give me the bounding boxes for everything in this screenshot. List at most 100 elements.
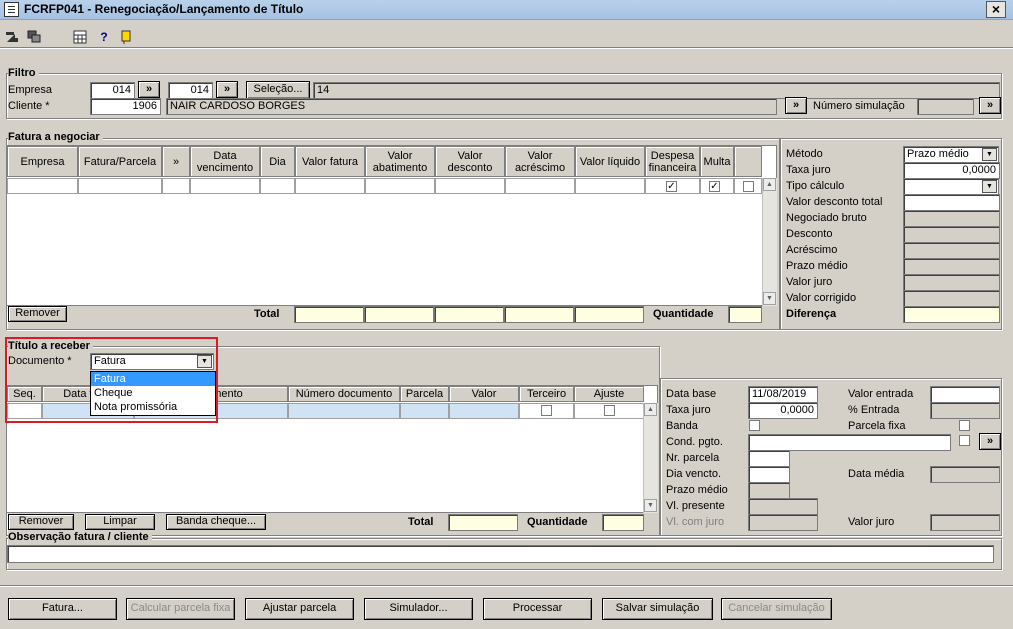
acrescimo-label: Acréscimo (786, 244, 838, 256)
numero-simulacao-lookup-button[interactable]: » (979, 97, 1001, 114)
observacao-input[interactable] (7, 545, 994, 563)
fatura-cell-empresa[interactable] (7, 178, 78, 194)
parcela-fixa-checkbox[interactable] (959, 420, 970, 431)
col-valor[interactable]: Valor (449, 386, 519, 402)
banda-checkbox[interactable] (749, 420, 760, 431)
empresa-from-lookup-button[interactable]: » (138, 81, 160, 98)
help-icon[interactable]: ? (97, 30, 111, 44)
ajustar-parcela-button[interactable]: Ajustar parcela (245, 598, 354, 620)
ajuste-checkbox[interactable] (604, 405, 615, 416)
cond-pgto-checkbox[interactable] (959, 435, 970, 446)
fatura-cell-desconto[interactable] (435, 178, 505, 194)
titulo-cell-valor[interactable] (449, 403, 519, 419)
bookmark-icon[interactable] (119, 30, 133, 44)
tipo-calculo-chevron-down-icon[interactable]: ▼ (982, 180, 997, 193)
despesa-checkbox[interactable]: ✓ (666, 181, 677, 192)
total-valor-acrescimo (504, 306, 574, 323)
data-base-input[interactable]: 11/08/2019 (748, 386, 818, 403)
fatura-label: Fatura a negociar (8, 131, 103, 143)
col-multa[interactable]: Multa (700, 146, 734, 177)
windows-icon[interactable] (27, 30, 41, 44)
salvar-simulacao-button[interactable]: Salvar simulação (602, 598, 713, 620)
close-button[interactable]: × (986, 1, 1006, 18)
fatura-cell-dia[interactable] (260, 178, 295, 194)
data-media-value (930, 466, 1000, 483)
fatura-cell-acrescimo[interactable] (505, 178, 575, 194)
fatura-total-label: Total (254, 308, 280, 320)
col-ajuste[interactable]: Ajuste (574, 386, 644, 402)
col-data-vencimento[interactable]: Data vencimento (190, 146, 260, 177)
banda-cheque-button[interactable]: Banda cheque... (166, 514, 266, 530)
valor-desconto-total-input[interactable] (903, 194, 1000, 211)
fatura-vscrollbar[interactable]: ▲ ▼ (762, 178, 777, 306)
col-terceiro[interactable]: Terceiro (519, 386, 574, 402)
calcular-parcela-fixa-button[interactable]: Calcular parcela fixa (126, 598, 235, 620)
banda-label: Banda (666, 420, 698, 432)
titulo-taxa-juro-input[interactable]: 0,0000 (748, 402, 818, 419)
prazo-medio-label: Prazo médio (786, 260, 848, 272)
scroll-down-icon[interactable]: ▼ (644, 499, 657, 512)
fatura-remover-button[interactable]: Remover (8, 306, 67, 322)
selecao-button[interactable]: Seleção... (246, 81, 310, 99)
titulo-vscrollbar[interactable]: ▲ ▼ (643, 403, 658, 513)
nr-parcela-input[interactable] (748, 450, 790, 467)
titulo-cell-parcela[interactable] (400, 403, 449, 419)
multa-checkbox[interactable]: ✓ (709, 181, 720, 192)
col-numero-documento[interactable]: Número documento (288, 386, 400, 402)
titulo-valor-juro-label: Valor juro (848, 516, 895, 528)
col-fatura-lookup[interactable]: » (162, 146, 190, 177)
processar-button[interactable]: Processar (483, 598, 592, 620)
fatura-cell-liquido[interactable] (575, 178, 645, 194)
exit-icon[interactable] (5, 30, 19, 44)
col-parcela[interactable]: Parcela (400, 386, 449, 402)
dia-vencto-input[interactable] (748, 466, 790, 483)
terceiro-checkbox[interactable] (541, 405, 552, 416)
empresa-to-lookup-button[interactable]: » (216, 81, 238, 98)
diferenca-label: Diferença (786, 308, 837, 320)
fatura-button[interactable]: Fatura... (8, 598, 117, 620)
fatura-cell-valor-fatura[interactable] (295, 178, 365, 194)
scroll-up-icon[interactable]: ▲ (644, 403, 657, 416)
numero-simulacao-input[interactable] (917, 98, 974, 115)
extra-checkbox[interactable] (743, 181, 754, 192)
taxa-juro-input[interactable]: 0,0000 (903, 162, 1000, 179)
window-title: FCRFP041 - Renegociação/Lançamento de Tí… (24, 2, 304, 16)
fatura-cell-parcela[interactable] (78, 178, 162, 194)
titulo-remover-button[interactable]: Remover (8, 514, 74, 530)
col-extra[interactable] (734, 146, 762, 177)
titulo-cell-numero[interactable] (288, 403, 400, 419)
col-valor-fatura[interactable]: Valor fatura (295, 146, 365, 177)
scroll-down-icon[interactable]: ▼ (763, 292, 776, 305)
metodo-chevron-down-icon[interactable]: ▼ (982, 148, 997, 161)
total-valor-abatimento (364, 306, 434, 323)
calculator-icon[interactable] (73, 30, 87, 44)
fatura-cell-lookup[interactable] (162, 178, 190, 194)
fatura-cell-data[interactable] (190, 178, 260, 194)
col-empresa[interactable]: Empresa (7, 146, 78, 177)
scroll-up-icon[interactable]: ▲ (763, 178, 776, 191)
limpar-button[interactable]: Limpar (85, 514, 155, 530)
cond-pgto-input[interactable] (748, 434, 951, 451)
cliente-lookup-button[interactable]: » (785, 97, 807, 114)
cancelar-simulacao-button[interactable]: Cancelar simulação (721, 598, 832, 620)
col-valor-desconto[interactable]: Valor desconto (435, 146, 505, 177)
cliente-code-input[interactable]: 1906 (90, 98, 161, 115)
col-fatura-parcela[interactable]: Fatura/Parcela (78, 146, 162, 177)
simulador-button[interactable]: Simulador... (364, 598, 473, 620)
fatura-cell-abatimento[interactable] (365, 178, 435, 194)
col-valor-abatimento[interactable]: Valor abatimento (365, 146, 435, 177)
valor-entrada-input[interactable] (930, 386, 1000, 403)
col-dia[interactable]: Dia (260, 146, 295, 177)
col-despesa-financeira[interactable]: Despesa financeira (645, 146, 700, 177)
nr-parcela-label: Nr. parcela (666, 452, 720, 464)
filtro-label: Filtro (8, 67, 39, 79)
col-valor-liquido[interactable]: Valor líquido (575, 146, 645, 177)
col-valor-acrescimo[interactable]: Valor acréscimo (505, 146, 575, 177)
cond-pgto-lookup-button[interactable]: » (979, 433, 1001, 450)
valor-juro-label: Valor juro (786, 276, 833, 288)
empresa-to-input[interactable]: 014 (168, 82, 213, 99)
fatura-grid[interactable]: Empresa Fatura/Parcela » Data vencimento… (6, 145, 777, 306)
empresa-from-input[interactable]: 014 (90, 82, 135, 99)
titulo-valor-juro-value (930, 514, 1000, 531)
total-valor-fatura (294, 306, 364, 323)
